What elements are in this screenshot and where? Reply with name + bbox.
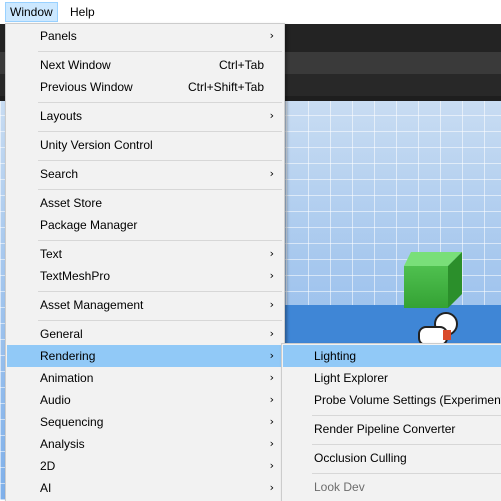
menu-item-label: 2D [40,459,56,473]
menu-item-label: Package Manager [40,218,138,232]
menu-item-next-window[interactable]: Next Window Ctrl+Tab [7,54,283,76]
rendering-submenu: Lighting Light Explorer Probe Volume Set… [281,343,501,501]
menu-item-label: Unity Version Control [40,138,153,152]
menu-item-label: AI [40,481,52,495]
menu-item-unity-version-control[interactable]: Unity Version Control [7,134,283,156]
menu-separator [38,189,282,190]
menu-item-shortcut: Ctrl+Tab [218,58,264,72]
menu-item-label: Rendering [40,349,96,363]
window-menu: Panels › Next Window Ctrl+Tab Previous W… [5,23,285,501]
menu-separator [38,51,282,52]
menu-item-render-pipeline-converter[interactable]: Render Pipeline Converter [283,418,501,440]
chevron-right-icon: › [269,371,274,384]
chevron-right-icon: › [269,247,274,260]
menu-item-label: Lighting [314,349,357,363]
menu-item-ai[interactable]: AI › [7,477,283,499]
menu-item-label: Next Window [40,58,111,72]
menu-item-label: Occlusion Culling [314,451,407,465]
chevron-right-icon: › [269,459,274,472]
chevron-right-icon: › [269,269,274,282]
menu-separator [38,160,282,161]
menu-item-text[interactable]: Text › [7,243,283,265]
chevron-right-icon: › [269,349,274,362]
menu-help[interactable]: Help [66,3,99,21]
chevron-right-icon: › [269,393,274,406]
menu-item-rendering[interactable]: Rendering › [7,345,283,367]
menu-item-label: TextMeshPro [40,269,111,283]
menu-item-2d[interactable]: 2D › [7,455,283,477]
menu-item-label: Asset Management [40,298,144,312]
menu-item-animation[interactable]: Animation › [7,367,283,389]
menu-item-layouts[interactable]: Layouts › [7,105,283,127]
menu-window[interactable]: Window [5,2,58,22]
chevron-right-icon: › [269,109,274,122]
menu-item-label: Render Pipeline Converter [314,422,456,436]
menu-item-label: Asset Store [40,196,103,210]
menu-separator [312,444,501,445]
menu-item-label: Search [40,167,79,181]
menu-item-label: Probe Volume Settings (Experimenta [314,393,501,407]
cube-object[interactable] [404,266,448,308]
menu-item-label: Layouts [40,109,83,123]
camera-gizmo-lens [443,330,451,340]
chevron-right-icon: › [269,481,274,494]
menu-item-look-dev: Look Dev [283,476,501,498]
menu-separator [38,291,282,292]
menu-separator [312,415,501,416]
menu-item-label: Previous Window [40,80,133,94]
menu-item-previous-window[interactable]: Previous Window Ctrl+Shift+Tab [7,76,283,98]
chevron-right-icon: › [269,167,274,180]
menu-item-sequencing[interactable]: Sequencing › [7,411,283,433]
menu-item-label: Animation [40,371,94,385]
menu-item-search[interactable]: Search › [7,163,283,185]
menu-item-lighting[interactable]: Lighting [283,345,501,367]
chevron-right-icon: › [269,327,274,340]
menu-separator [38,320,282,321]
chevron-right-icon: › [269,29,274,42]
menu-bar: Window Help [0,0,501,24]
menu-item-light-explorer[interactable]: Light Explorer [283,367,501,389]
menu-item-label: Panels [40,29,77,43]
menu-item-package-manager[interactable]: Package Manager [7,214,283,236]
menu-item-label: Sequencing [40,415,104,429]
menu-item-textmeshpro[interactable]: TextMeshPro › [7,265,283,287]
menu-separator [38,240,282,241]
menu-item-audio[interactable]: Audio › [7,389,283,411]
chevron-right-icon: › [269,437,274,450]
menu-item-label: Look Dev [314,480,365,494]
menu-item-label: Text [40,247,63,261]
menu-item-label: Audio [40,393,71,407]
menu-item-probe-volume-settings[interactable]: Probe Volume Settings (Experimenta [283,389,501,411]
menu-item-label: Light Explorer [314,371,389,385]
menu-item-asset-management[interactable]: Asset Management › [7,294,283,316]
menu-item-panels[interactable]: Panels › [7,25,283,47]
menu-separator [38,102,282,103]
menu-separator [38,131,282,132]
menu-item-occlusion-culling[interactable]: Occlusion Culling [283,447,501,469]
chevron-right-icon: › [269,415,274,428]
menu-item-general[interactable]: General › [7,323,283,345]
menu-item-shortcut: Ctrl+Shift+Tab [187,80,264,94]
menu-separator [312,473,501,474]
menu-item-analysis[interactable]: Analysis › [7,433,283,455]
ground-plane [285,305,501,345]
menu-item-asset-store[interactable]: Asset Store [7,192,283,214]
menu-item-label: General [40,327,83,341]
menu-item-label: Analysis [40,437,85,451]
chevron-right-icon: › [269,298,274,311]
